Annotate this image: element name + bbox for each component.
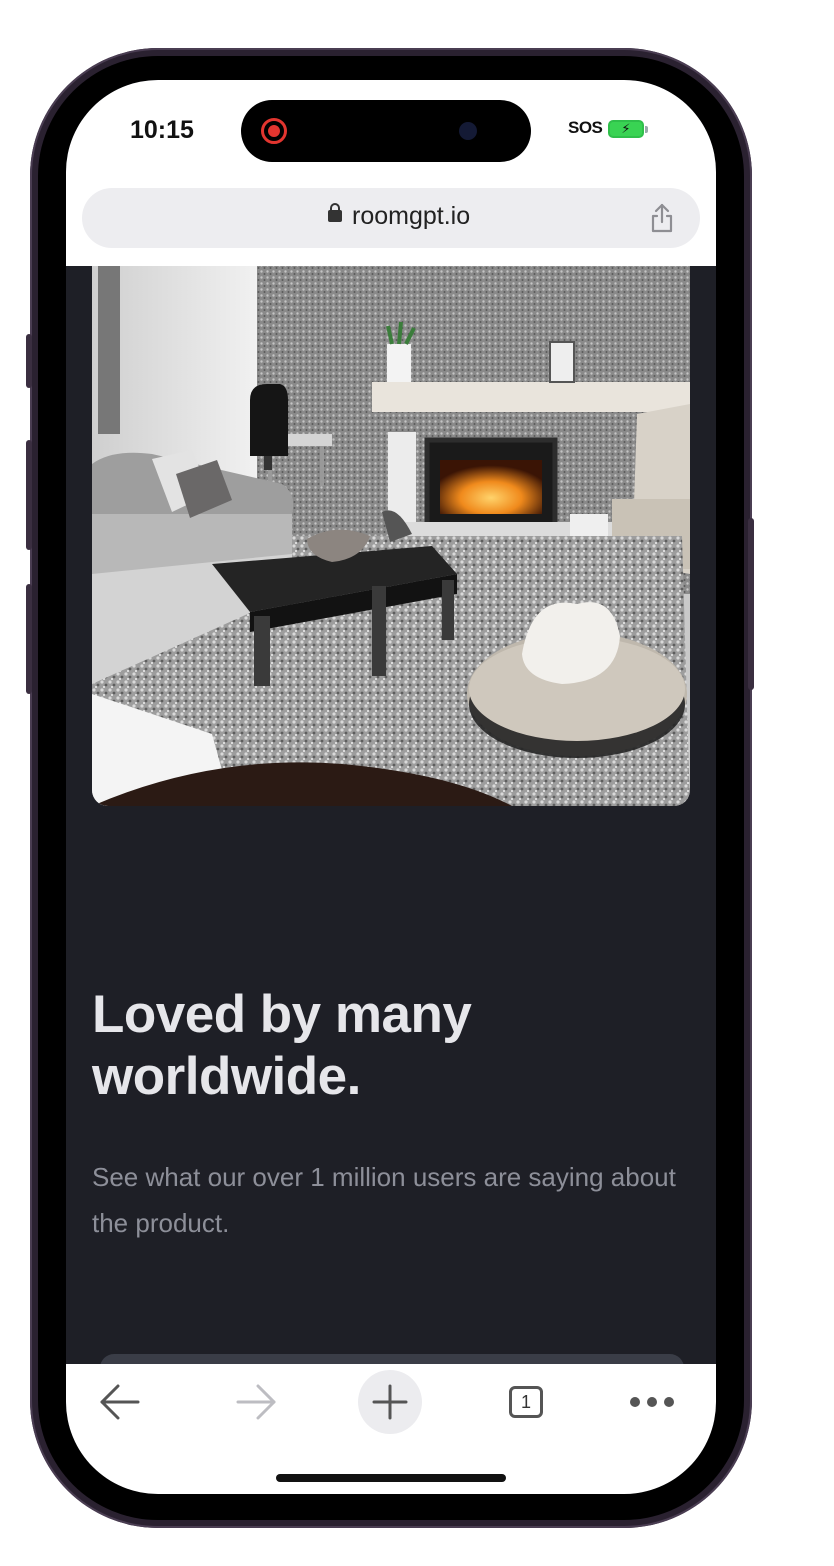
back-button[interactable] bbox=[88, 1370, 152, 1434]
lock-icon bbox=[328, 203, 342, 222]
testimonial-card bbox=[100, 1354, 684, 1364]
screen-recording-icon bbox=[261, 118, 287, 144]
more-button[interactable] bbox=[620, 1370, 684, 1434]
forward-button[interactable] bbox=[224, 1370, 288, 1434]
action-button bbox=[26, 334, 32, 388]
tabs-button[interactable]: 1 bbox=[494, 1370, 558, 1434]
tabs-icon: 1 bbox=[509, 1386, 543, 1418]
section-heading: Loved by many worldwide. bbox=[92, 985, 472, 1106]
more-icon bbox=[630, 1397, 674, 1407]
url-text: roomgpt.io bbox=[352, 202, 471, 230]
battery-charging-icon: ⚡ bbox=[608, 120, 648, 138]
back-arrow-icon bbox=[100, 1384, 140, 1420]
sos-indicator: SOS bbox=[568, 118, 603, 137]
forward-arrow-icon bbox=[236, 1384, 276, 1420]
share-icon[interactable] bbox=[648, 202, 676, 234]
section-subtext: See what our over 1 million users are sa… bbox=[92, 1162, 676, 1238]
browser-address-area: roomgpt.io bbox=[66, 186, 716, 266]
browser-toolbar: 1 bbox=[66, 1364, 716, 1494]
address-bar[interactable]: roomgpt.io bbox=[82, 188, 700, 248]
phone-screen: 10:15 SOS ⚡ roomgpt.io Loved by many wor… bbox=[66, 80, 716, 1494]
volume-down-button bbox=[26, 584, 32, 694]
home-indicator[interactable] bbox=[276, 1474, 506, 1482]
plus-icon bbox=[372, 1384, 408, 1420]
volume-up-button bbox=[26, 440, 32, 550]
status-time: 10:15 bbox=[130, 116, 194, 144]
new-tab-button[interactable] bbox=[358, 1370, 422, 1434]
power-button bbox=[748, 518, 754, 690]
web-page-content: Loved by many worldwide. See what our ov… bbox=[66, 266, 716, 1364]
dynamic-island bbox=[241, 100, 531, 162]
status-bar: 10:15 SOS ⚡ bbox=[66, 80, 716, 186]
front-camera bbox=[459, 122, 477, 140]
living-room-image bbox=[92, 266, 690, 806]
